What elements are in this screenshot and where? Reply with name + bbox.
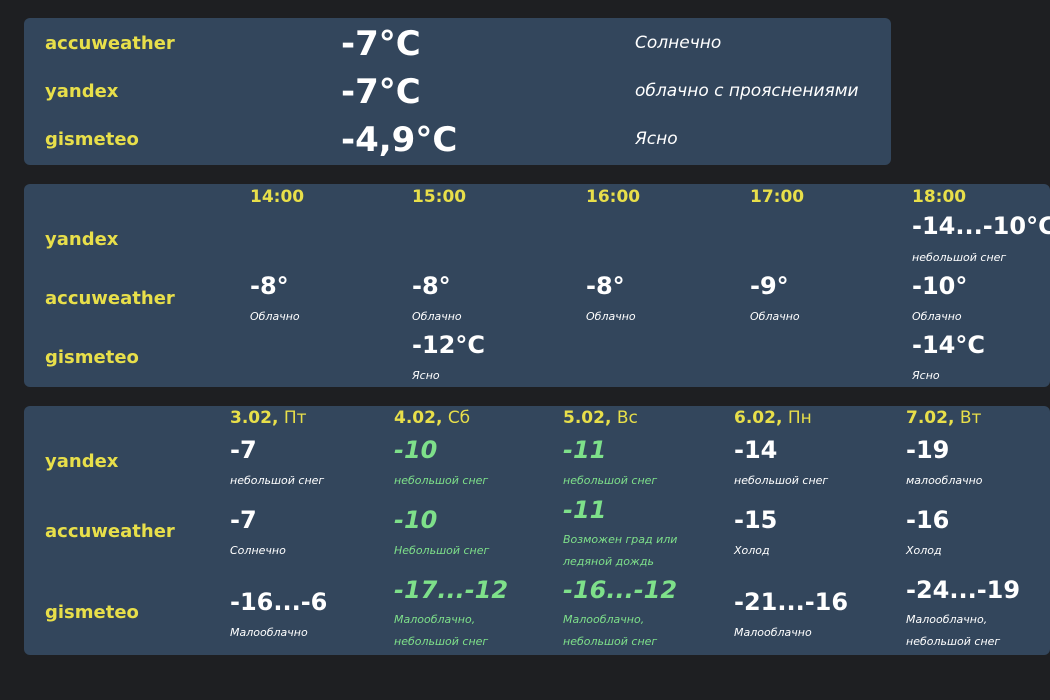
daily-temp: -7 [230,506,257,534]
daily-temp: -7 [230,436,257,464]
day-header: 7.02, Вт [906,408,982,428]
hourly-condition: Облачно [412,310,462,323]
daily-temp: -14 [734,436,778,464]
daily-condition-weekend: небольшой снег [563,474,658,487]
daily-condition: малооблачно [906,474,983,487]
daily-condition: Малооблачно [734,626,812,639]
hourly-temp: -9° [750,272,789,300]
daily-condition: Холод [734,544,770,557]
daily-forecast-panel: 3.02, Пт 4.02, Сб 5.02, Вс 6.02, Пн 7.02… [24,406,1050,655]
daily-condition: Холод [906,544,942,557]
daily-temp-weekend: -10 [394,506,438,534]
hourly-condition: Облачно [912,310,962,323]
hourly-condition: Облачно [750,310,800,323]
daily-condition: Малооблачно [230,626,308,639]
daily-temp: -16 [906,506,950,534]
current-desc-gismeteo: Ясно [635,129,678,149]
daily-temp: -16...-6 [230,588,328,616]
hourly-source-gismeteo: gismeteo [45,347,139,368]
hour-header: 14:00 [250,187,305,207]
daily-condition: небольшой снег [230,474,325,487]
daily-source-gismeteo: gismeteo [45,602,139,623]
current-desc-yandex: облачно с прояснениями [635,81,859,101]
daily-source-accuweather: accuweather [45,521,175,542]
day-header: 4.02, Сб [394,408,471,428]
hour-header: 17:00 [750,187,805,207]
hourly-temp: -8° [412,272,451,300]
hourly-source-accuweather: accuweather [45,288,175,309]
hour-header: 16:00 [586,187,641,207]
daily-temp: -15 [734,506,778,534]
daily-condition: Малооблачно, небольшой снег [906,613,1001,648]
daily-condition: Солнечно [230,544,286,557]
daily-temp: -21...-16 [734,588,849,616]
hourly-condition: Ясно [412,369,440,382]
current-weather-panel: accuweather -7°C Солнечно yandex -7°C об… [24,18,891,165]
daily-condition: небольшой снег [734,474,829,487]
day-header: 3.02, Пт [230,408,307,428]
hourly-temp: -8° [250,272,289,300]
hourly-condition: Облачно [586,310,636,323]
daily-condition-weekend: Возможен град или ледяной дождь [563,533,678,568]
hourly-forecast-panel: 14:00 15:00 16:00 17:00 18:00 yandex acc… [24,184,1050,387]
day-header: 6.02, Пн [734,408,812,428]
daily-temp-weekend: -16...-12 [563,576,678,604]
current-source-yandex: yandex [45,81,119,102]
daily-temp: -24...-19 [906,576,1021,604]
hourly-condition: Ясно [912,369,940,382]
hourly-source-yandex: yandex [45,229,119,250]
hour-header: 18:00 [912,187,967,207]
hourly-condition: небольшой снег [912,251,1007,264]
daily-condition-weekend: Малооблачно, небольшой снег [563,613,658,648]
hourly-temp: -10° [912,272,968,300]
daily-condition-weekend: небольшой снег [394,474,489,487]
current-temp-accuweather: -7°C [341,24,421,64]
daily-temp-weekend: -17...-12 [394,576,509,604]
hourly-temp: -12°C [412,331,485,359]
daily-temp: -19 [906,436,950,464]
day-header: 5.02, Вс [563,408,638,428]
hour-header: 15:00 [412,187,467,207]
hourly-temp: -14...-10°C [912,212,1050,240]
daily-temp-weekend: -10 [394,436,438,464]
current-desc-accuweather: Солнечно [635,33,722,53]
daily-condition-weekend: Небольшой снег [394,544,490,557]
daily-source-yandex: yandex [45,451,119,472]
current-temp-gismeteo: -4,9°C [341,120,458,160]
hourly-temp: -8° [586,272,625,300]
hourly-condition: Облачно [250,310,300,323]
current-source-accuweather: accuweather [45,33,175,54]
daily-temp-weekend: -11 [563,496,607,524]
hourly-temp: -14°C [912,331,985,359]
daily-condition-weekend: Малооблачно, небольшой снег [394,613,489,648]
daily-temp-weekend: -11 [563,436,607,464]
current-source-gismeteo: gismeteo [45,129,139,150]
current-temp-yandex: -7°C [341,72,421,112]
